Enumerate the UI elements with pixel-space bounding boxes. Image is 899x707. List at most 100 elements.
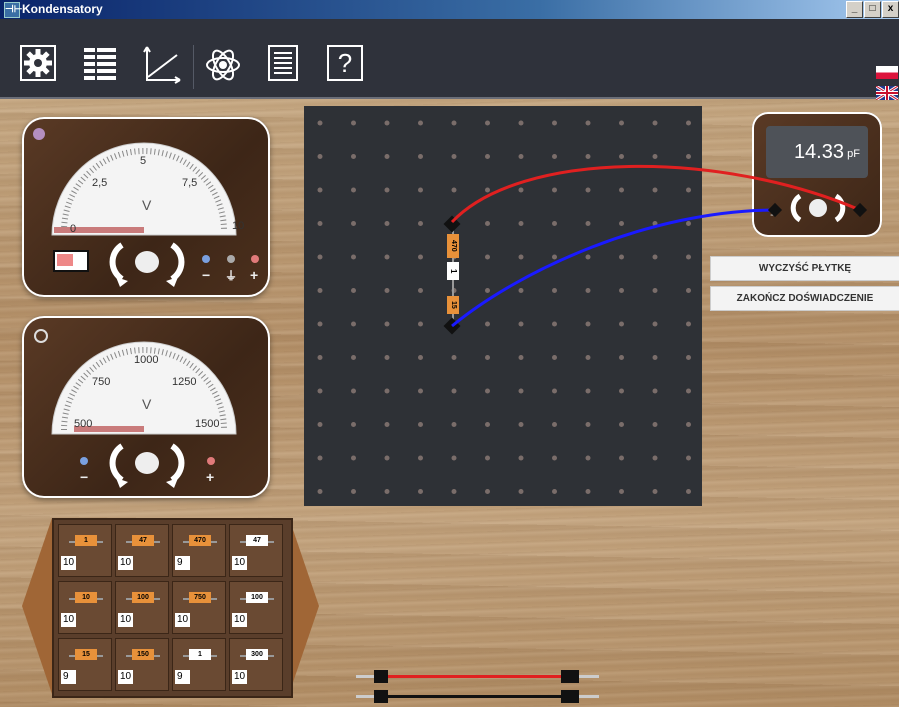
- board-hole[interactable]: [686, 187, 691, 193]
- board-hole[interactable]: [619, 355, 624, 360]
- board-hole[interactable]: [317, 321, 323, 327]
- board-hole[interactable]: [317, 254, 323, 260]
- board-hole[interactable]: [418, 355, 423, 360]
- board-hole[interactable]: [518, 422, 524, 427]
- board-hole[interactable]: [552, 120, 557, 126]
- board-hole[interactable]: [451, 422, 457, 427]
- board-hole[interactable]: [686, 489, 691, 494]
- board-hole[interactable]: [451, 455, 457, 461]
- drawer-slot[interactable]: 47 10: [115, 524, 169, 577]
- terminal-ground[interactable]: [227, 255, 235, 263]
- atom-icon[interactable]: [205, 47, 241, 83]
- board-hole[interactable]: [619, 388, 624, 394]
- board-hole[interactable]: [351, 120, 356, 126]
- breadboard[interactable]: [304, 106, 702, 506]
- board-hole[interactable]: [619, 221, 624, 226]
- board-hole[interactable]: [485, 489, 490, 494]
- board-hole[interactable]: [418, 455, 423, 461]
- terminal-plus[interactable]: [251, 255, 259, 263]
- board-hole[interactable]: [552, 388, 557, 394]
- board-hole[interactable]: [686, 455, 691, 461]
- capacitor-label[interactable]: 10: [75, 592, 97, 603]
- drawer-slot[interactable]: 100 10: [229, 581, 283, 634]
- capacitor-label[interactable]: 15: [75, 649, 97, 660]
- drawer-slot[interactable]: 1 10: [58, 524, 112, 577]
- graph-icon[interactable]: [142, 45, 181, 84]
- board-hole[interactable]: [552, 154, 557, 159]
- terminal-minus[interactable]: [80, 457, 88, 465]
- clear-board-button[interactable]: WYCZYŚĆ PŁYTKĘ: [710, 256, 899, 281]
- capacitor-label[interactable]: 1: [189, 649, 211, 660]
- board-hole[interactable]: [686, 221, 691, 226]
- board-hole[interactable]: [384, 388, 390, 394]
- board-hole[interactable]: [518, 254, 524, 260]
- capacitor-label[interactable]: 150: [132, 649, 154, 660]
- drawer-slot[interactable]: 470 9: [172, 524, 226, 577]
- board-hole[interactable]: [317, 455, 323, 461]
- board-hole[interactable]: [585, 355, 591, 360]
- board-hole[interactable]: [652, 388, 658, 394]
- board-hole[interactable]: [619, 321, 624, 327]
- board-hole[interactable]: [418, 120, 423, 126]
- board-hole[interactable]: [686, 321, 691, 327]
- drawer-slot[interactable]: 15 9: [58, 638, 112, 691]
- board-hole[interactable]: [552, 321, 557, 327]
- board-hole[interactable]: [619, 120, 624, 126]
- board-hole[interactable]: [418, 321, 423, 327]
- board-hole[interactable]: [384, 489, 390, 494]
- capacitor-label[interactable]: 47: [246, 535, 268, 546]
- close-button[interactable]: x: [882, 1, 899, 18]
- capacitor-label[interactable]: 100: [132, 592, 154, 603]
- board-hole[interactable]: [351, 388, 356, 394]
- board-hole[interactable]: [518, 455, 524, 461]
- drawer-slot[interactable]: 750 10: [172, 581, 226, 634]
- range-knob-icon[interactable]: [102, 438, 192, 488]
- maximize-button[interactable]: □: [864, 1, 881, 18]
- board-hole[interactable]: [619, 455, 624, 461]
- board-hole[interactable]: [585, 321, 591, 327]
- flag-poland-icon[interactable]: [876, 66, 898, 79]
- board-hole[interactable]: [317, 422, 323, 427]
- board-hole[interactable]: [686, 355, 691, 360]
- capacitor-label[interactable]: 47: [132, 535, 154, 546]
- board-hole[interactable]: [652, 455, 658, 461]
- board-hole[interactable]: [418, 388, 423, 394]
- board-hole[interactable]: [518, 355, 524, 360]
- board-hole[interactable]: [351, 187, 356, 193]
- board-hole[interactable]: [552, 187, 557, 193]
- board-hole[interactable]: [317, 221, 323, 226]
- board-hole[interactable]: [585, 154, 591, 159]
- board-hole[interactable]: [384, 321, 390, 327]
- board-hole[interactable]: [451, 489, 457, 494]
- board-hole[interactable]: [652, 355, 658, 360]
- capacitor-label[interactable]: 750: [189, 592, 211, 603]
- board-hole[interactable]: [652, 489, 658, 494]
- board-hole[interactable]: [485, 455, 490, 461]
- board-hole[interactable]: [585, 254, 591, 260]
- capacitor-label[interactable]: 470: [189, 535, 211, 546]
- board-hole[interactable]: [451, 187, 457, 193]
- board-hole[interactable]: [451, 154, 457, 159]
- board-hole[interactable]: [518, 321, 524, 327]
- capacitor-label[interactable]: 100: [246, 592, 268, 603]
- help-icon[interactable]: ?: [327, 45, 363, 81]
- board-hole[interactable]: [619, 422, 624, 427]
- flag-uk-icon[interactable]: [875, 84, 899, 102]
- board-hole[interactable]: [418, 288, 423, 293]
- board-hole[interactable]: [485, 187, 490, 193]
- board-hole[interactable]: [518, 187, 524, 193]
- board-hole[interactable]: [552, 254, 557, 260]
- board-hole[interactable]: [384, 422, 390, 427]
- gear-icon[interactable]: [20, 45, 56, 81]
- board-hole[interactable]: [585, 388, 591, 394]
- board-hole[interactable]: [652, 321, 658, 327]
- drawer-slot[interactable]: 19: [172, 638, 226, 691]
- board-hole[interactable]: [518, 489, 524, 494]
- board-hole[interactable]: [351, 321, 356, 327]
- board-hole[interactable]: [485, 120, 490, 126]
- board-hole[interactable]: [384, 355, 390, 360]
- table-icon[interactable]: [82, 45, 118, 81]
- board-hole[interactable]: [585, 288, 591, 293]
- board-hole[interactable]: [686, 154, 691, 159]
- meter-knob-icon[interactable]: [786, 190, 850, 226]
